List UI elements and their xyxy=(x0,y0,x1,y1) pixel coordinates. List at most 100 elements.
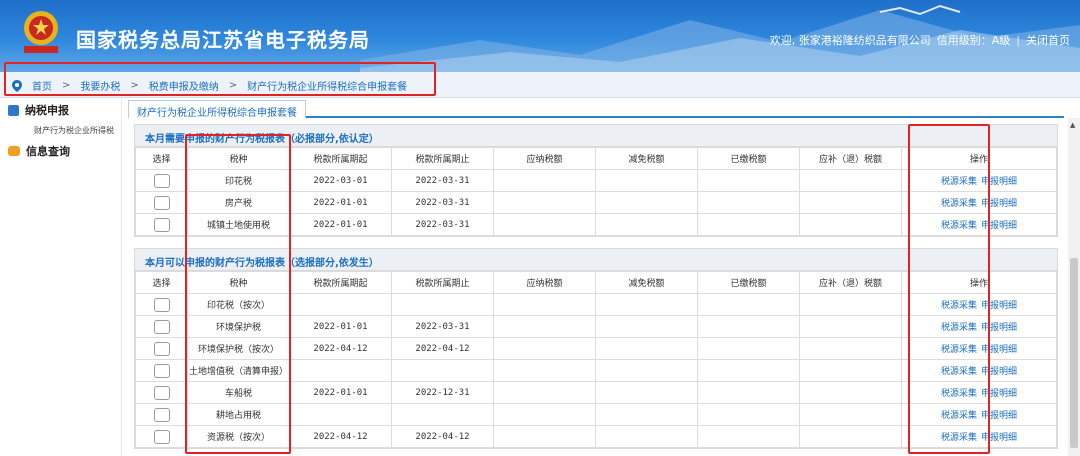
row-checkbox[interactable] xyxy=(153,173,170,188)
scroll-up-icon[interactable]: ▲ xyxy=(1070,121,1075,129)
tax-payable-cell xyxy=(493,337,596,360)
close-home-link[interactable]: 关闭首页 xyxy=(1026,32,1070,48)
collect-source-link[interactable]: 税源采集 xyxy=(941,411,977,421)
row-checkbox[interactable] xyxy=(153,363,170,378)
tax-type-cell: 印花税（按次） xyxy=(187,293,290,316)
optional-rows: 印花税（按次） 税源采集 申报明细 环境保护税 2022-01-01 2022-03-31… xyxy=(135,293,1057,448)
row-checkbox[interactable] xyxy=(153,385,170,400)
tax-paid-cell xyxy=(697,425,800,448)
tax-paid-cell xyxy=(697,403,800,426)
breadcrumb-current[interactable]: 财产行为税企业所得税综合申报套餐 xyxy=(247,78,407,93)
header-banner: 国家税务总局江苏省电子税务局 欢迎, 张家港裕隆纺织品有限公司 信用级别：A级 … xyxy=(0,0,1080,72)
header-separator: | xyxy=(1016,33,1020,47)
sidebar-group-label: 纳税申报 xyxy=(25,104,69,117)
tax-emblem-icon xyxy=(24,11,58,53)
tax-reduction-cell xyxy=(595,293,698,316)
collect-source-link[interactable]: 税源采集 xyxy=(941,323,977,333)
row-checkbox[interactable] xyxy=(153,341,170,356)
row-checkbox[interactable] xyxy=(153,429,170,444)
declaration-detail-link[interactable]: 申报明细 xyxy=(981,177,1017,187)
sidebar-item-info-query[interactable]: 信息查询 xyxy=(0,139,121,163)
select-cell xyxy=(135,293,188,316)
tax-type-cell: 土地增值税（清算申报） xyxy=(187,359,290,382)
period-end-cell xyxy=(391,403,494,426)
required-reports-table: 选择 税种 税款所属期起 税款所属期止 应纳税额 减免税额 已缴税额 应补（退）… xyxy=(135,147,1057,236)
breadcrumb-tax-services[interactable]: 我要办税 xyxy=(80,78,120,93)
table-row: 车船税 2022-01-01 2022-12-31 税源采集 申报明细 xyxy=(135,381,1057,404)
tax-due-refund-cell xyxy=(799,169,902,192)
table-row: 耕地占用税 税源采集 申报明细 xyxy=(135,403,1057,426)
header-user-info: 欢迎, 张家港裕隆纺织品有限公司 信用级别：A级 | 关闭首页 xyxy=(770,32,1070,48)
declaration-detail-link[interactable]: 申报明细 xyxy=(981,411,1017,421)
declaration-detail-link[interactable]: 申报明细 xyxy=(981,345,1017,355)
location-pin-icon xyxy=(12,79,22,92)
column-header: 应纳税额 xyxy=(493,147,596,170)
collect-source-link[interactable]: 税源采集 xyxy=(941,345,977,355)
period-end-cell: 2022-03-31 xyxy=(391,191,494,214)
sidebar-item-tax-declaration[interactable]: 纳税申报 xyxy=(0,98,121,122)
column-header: 选择 xyxy=(135,271,188,294)
breadcrumb-declare-pay[interactable]: 税费申报及缴纳 xyxy=(149,78,219,93)
collect-source-link[interactable]: 税源采集 xyxy=(941,433,977,443)
column-header: 减免税额 xyxy=(595,147,698,170)
period-end-cell: 2022-04-12 xyxy=(391,337,494,360)
table-row: 土地增值税（清算申报） 税源采集 申报明细 xyxy=(135,359,1057,382)
tax-type-cell: 耕地占用税 xyxy=(187,403,290,426)
required-rows: 印花税 2022-03-01 2022-03-31 税源采集 申报明细 房产税 2022-0… xyxy=(135,169,1057,236)
column-header: 税款所属期止 xyxy=(391,147,494,170)
collect-source-link[interactable]: 税源采集 xyxy=(941,221,977,231)
row-checkbox[interactable] xyxy=(153,319,170,334)
tax-paid-cell xyxy=(697,191,800,214)
period-start-cell xyxy=(289,359,392,382)
operation-cell: 税源采集 申报明细 xyxy=(901,337,1057,360)
collect-source-link[interactable]: 税源采集 xyxy=(941,367,977,377)
period-start-cell xyxy=(289,403,392,426)
period-end-cell: 2022-03-31 xyxy=(391,315,494,338)
column-header: 已缴税额 xyxy=(697,147,800,170)
tax-due-refund-cell xyxy=(799,337,902,360)
tax-reduction-cell xyxy=(595,169,698,192)
breadcrumb-home[interactable]: 首页 xyxy=(32,78,52,93)
tax-reduction-cell xyxy=(595,337,698,360)
row-checkbox[interactable] xyxy=(153,297,170,312)
row-checkbox[interactable] xyxy=(153,407,170,422)
declaration-detail-link[interactable]: 申报明细 xyxy=(981,389,1017,399)
table-row: 印花税 2022-03-01 2022-03-31 税源采集 申报明细 xyxy=(135,169,1057,192)
declaration-detail-link[interactable]: 申报明细 xyxy=(981,433,1017,443)
vertical-scrollbar[interactable]: ▲ xyxy=(1068,118,1080,456)
operation-cell: 税源采集 申报明细 xyxy=(901,381,1057,404)
tab-combined-declaration[interactable]: 财产行为税企业所得税综合申报套餐 xyxy=(128,100,306,119)
tax-due-refund-cell xyxy=(799,381,902,404)
collect-source-link[interactable]: 税源采集 xyxy=(941,301,977,311)
row-checkbox[interactable] xyxy=(153,217,170,232)
declaration-detail-link[interactable]: 申报明细 xyxy=(981,301,1017,311)
section-title: 本月需要申报的财产行为税报表（必报部分,依认定） xyxy=(135,125,1057,147)
scrollbar-thumb[interactable] xyxy=(1070,258,1078,448)
collect-source-link[interactable]: 税源采集 xyxy=(941,389,977,399)
table-header-row: 选择 税种 税款所属期起 税款所属期止 应纳税额 减免税额 已缴税额 应补（退）… xyxy=(135,147,1057,170)
operation-cell: 税源采集 申报明细 xyxy=(901,213,1057,236)
tax-due-refund-cell xyxy=(799,293,902,316)
declaration-detail-link[interactable]: 申报明细 xyxy=(981,221,1017,231)
table-row: 房产税 2022-01-01 2022-03-31 税源采集 申报明细 xyxy=(135,191,1057,214)
select-cell xyxy=(135,315,188,338)
declaration-detail-link[interactable]: 申报明细 xyxy=(981,367,1017,377)
table-row: 环境保护税 2022-01-01 2022-03-31 税源采集 申报明细 xyxy=(135,315,1057,338)
declaration-detail-link[interactable]: 申报明细 xyxy=(981,199,1017,209)
select-cell xyxy=(135,213,188,236)
tax-type-cell: 资源税（按次） xyxy=(187,425,290,448)
select-cell xyxy=(135,381,188,404)
period-start-cell: 2022-04-12 xyxy=(289,337,392,360)
period-end-cell xyxy=(391,359,494,382)
row-checkbox[interactable] xyxy=(153,195,170,210)
tax-payable-cell xyxy=(493,425,596,448)
collect-source-link[interactable]: 税源采集 xyxy=(941,199,977,209)
tax-reduction-cell xyxy=(595,425,698,448)
collect-source-link[interactable]: 税源采集 xyxy=(941,177,977,187)
tax-due-refund-cell xyxy=(799,403,902,426)
credit-level: 信用级别：A级 xyxy=(936,34,1011,47)
sidebar-group-label: 信息查询 xyxy=(26,145,70,158)
sidebar-subitem-property-tax[interactable]: 财产行为税企业所得税 xyxy=(0,122,121,139)
tax-reduction-cell xyxy=(595,359,698,382)
declaration-detail-link[interactable]: 申报明细 xyxy=(981,323,1017,333)
